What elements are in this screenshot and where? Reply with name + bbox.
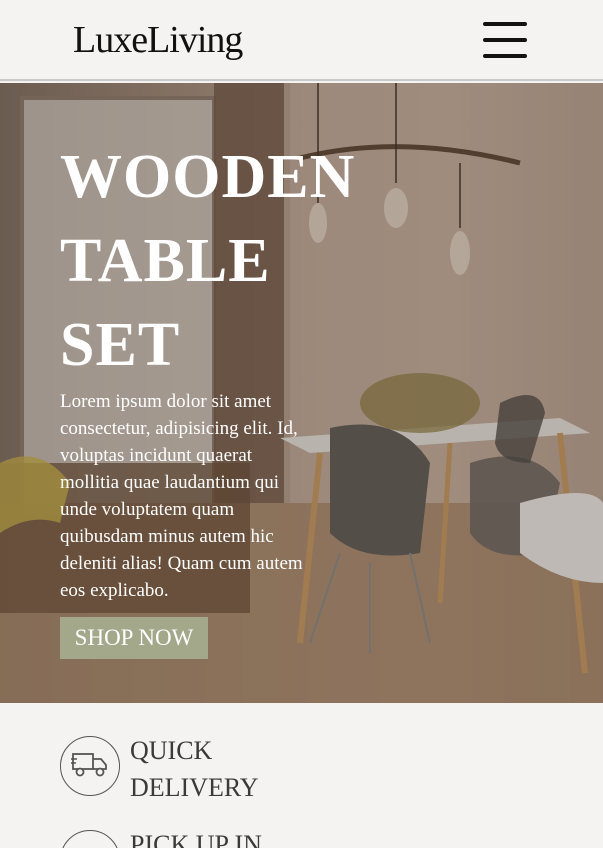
- shop-now-button[interactable]: SHOP NOW: [60, 617, 208, 659]
- hero-banner: WOODEN TABLE SET Lorem ipsum dolor sit a…: [0, 83, 603, 703]
- feature-label: PICK UP IN: [130, 830, 262, 848]
- site-logo[interactable]: LuxeLiving: [73, 18, 243, 62]
- store-pickup-icon: [60, 830, 120, 848]
- delivery-truck-icon: [60, 736, 120, 796]
- hamburger-menu-icon[interactable]: [483, 22, 527, 60]
- hero-title: WOODEN TABLE SET: [60, 143, 356, 379]
- site-header: LuxeLiving: [0, 0, 603, 81]
- hero-description: Lorem ipsum dolor sit amet consectetur, …: [60, 391, 303, 601]
- feature-label: QUICK DELIVERY: [130, 736, 259, 802]
